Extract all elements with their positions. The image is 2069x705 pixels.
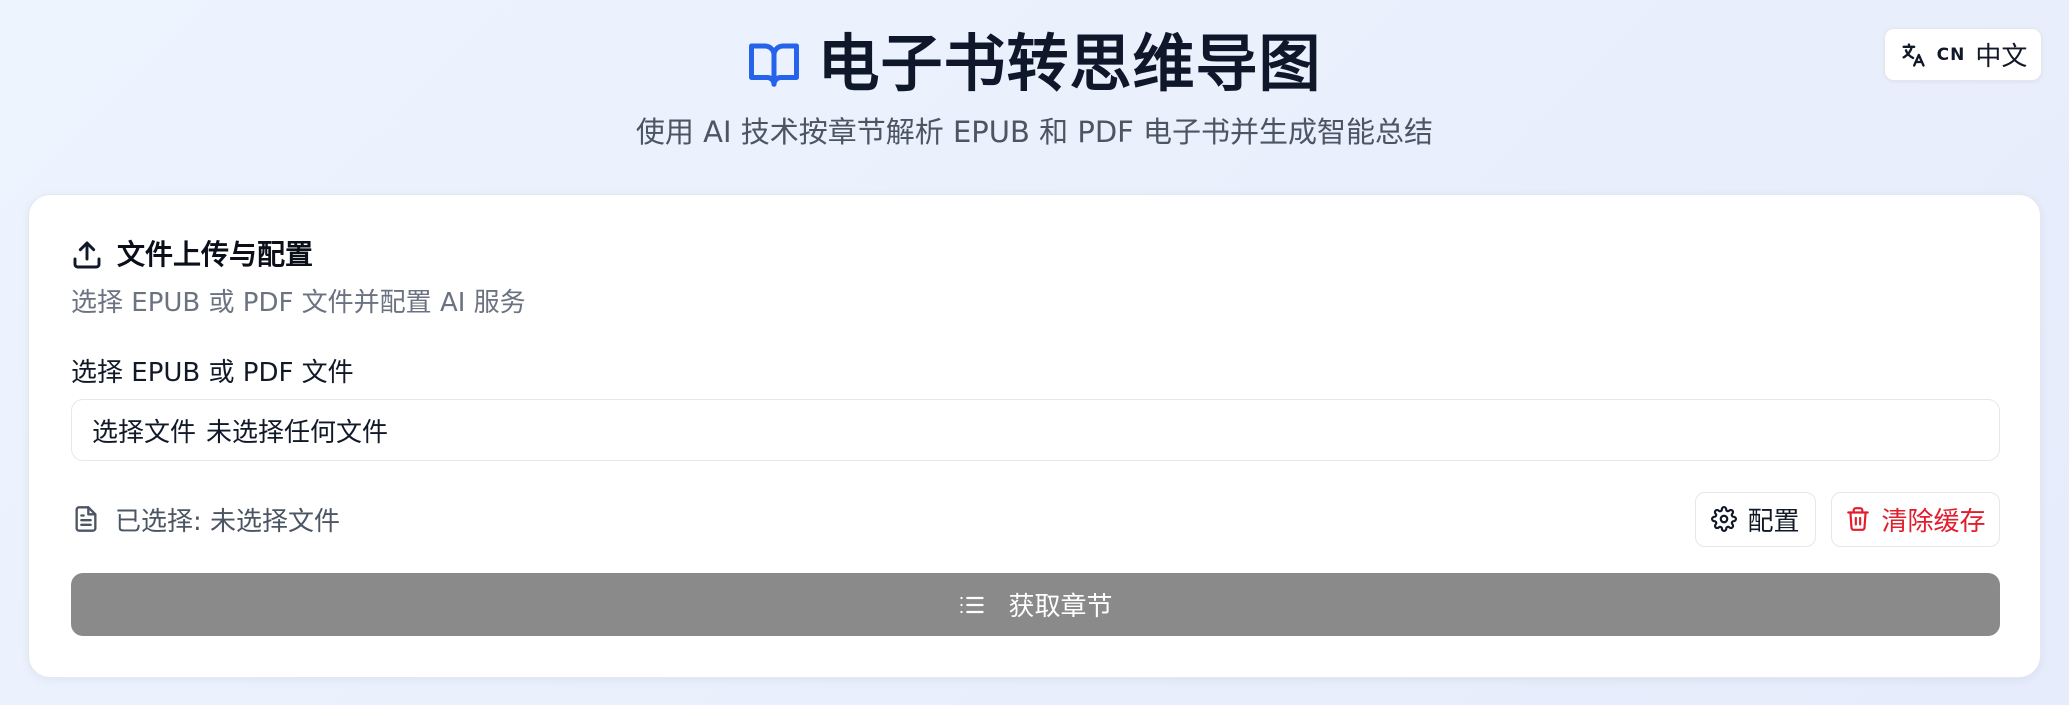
language-label: 中文: [1975, 42, 2028, 72]
title-row: 电子书转思维导图: [0, 24, 2069, 104]
gear-icon: [1711, 506, 1738, 532]
choose-file-button[interactable]: 选择文件: [92, 412, 196, 449]
selected-file-text: 已选择: 未选择文件: [115, 506, 341, 537]
file-input-value: 未选择任何文件: [206, 417, 389, 448]
file-text-icon: [71, 504, 101, 534]
clear-cache-button[interactable]: 清除缓存: [1831, 491, 2000, 547]
language-switch-button[interactable]: CN 中文: [1884, 28, 2042, 81]
clear-cache-label: 清除缓存: [1881, 506, 1986, 537]
upload-icon: [71, 239, 103, 271]
page-header: 电子书转思维导图 使用 AI 技术按章节解析 EPUB 和 PDF 电子书并生成…: [0, 0, 2069, 190]
page-subtitle: 使用 AI 技术按章节解析 EPUB 和 PDF 电子书并生成智能总结: [635, 115, 1434, 149]
status-row: 已选择: 未选择文件 配置 清除缓存: [71, 491, 2000, 547]
selected-file-status: 已选择: 未选择文件: [71, 501, 340, 538]
book-open-icon: [747, 37, 801, 91]
upload-config-card: 文件上传与配置 选择 EPUB 或 PDF 文件并配置 AI 服务 选择 EPU…: [28, 194, 2041, 678]
trash-icon: [1845, 506, 1871, 532]
page-title: 电子书转思维导图: [817, 27, 1322, 100]
action-buttons: 配置 清除缓存: [1695, 491, 2000, 547]
language-code: CN: [1936, 44, 1966, 65]
translate-icon: [1899, 41, 1927, 69]
file-input[interactable]: 选择文件 未选择任何文件: [71, 399, 2000, 461]
get-chapters-button[interactable]: 获取章节: [71, 573, 2000, 636]
get-chapters-label: 获取章节: [1008, 592, 1113, 622]
file-field-label: 选择 EPUB 或 PDF 文件: [71, 358, 354, 388]
card-title: 文件上传与配置: [117, 238, 314, 271]
card-header: 文件上传与配置: [71, 235, 313, 275]
config-button[interactable]: 配置: [1695, 491, 1816, 547]
config-button-label: 配置: [1747, 506, 1800, 537]
list-icon: [958, 591, 986, 619]
card-description: 选择 EPUB 或 PDF 文件并配置 AI 服务: [71, 288, 526, 318]
